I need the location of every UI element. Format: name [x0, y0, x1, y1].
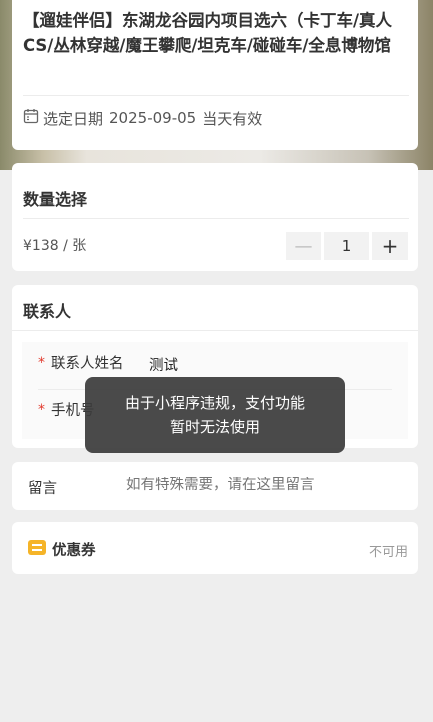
quantity-title: 数量选择: [23, 190, 88, 209]
date-value: 2025-09-05: [109, 109, 197, 127]
coupon-icon: [28, 540, 46, 555]
divider: [12, 330, 418, 331]
divider: [23, 218, 409, 219]
note-input[interactable]: [126, 477, 406, 493]
quantity-value[interactable]: 1: [324, 232, 369, 260]
product-title: 【遛娃伴侣】东湖龙谷园内项目选六（卡丁车/真人CS/丛林穿越/魔王攀爬/坦克车/…: [23, 11, 393, 55]
required-mark: *: [38, 354, 45, 371]
name-input[interactable]: 测试: [149, 354, 178, 375]
required-mark: *: [38, 401, 45, 418]
coupon-row[interactable]: 优惠券 不可用: [12, 522, 418, 574]
toast-line-1: 由于小程序违规，支付功能: [124, 394, 305, 412]
date-label: 选定日期: [43, 109, 104, 128]
toast-line-2: 暂时无法使用: [169, 418, 260, 436]
quantity-stepper: — 1 +: [286, 232, 408, 260]
product-card: 【遛娃伴侣】东湖龙谷园内项目选六（卡丁车/真人CS/丛林穿越/魔王攀爬/坦克车/…: [12, 0, 418, 150]
toast-message: 由于小程序违规，支付功能 暂时无法使用: [85, 377, 345, 453]
note-label: 留言: [28, 481, 57, 497]
note-card: 留言: [12, 462, 418, 510]
coupon-label: 优惠券: [52, 543, 96, 559]
coupon-status: 不可用: [368, 545, 408, 560]
decrease-button[interactable]: —: [286, 232, 321, 260]
unit-price: ¥138 / 张: [23, 238, 87, 254]
quantity-card: 数量选择 ¥138 / 张 — 1 +: [12, 163, 418, 271]
divider: [23, 95, 409, 96]
name-field-label: * 联系人姓名: [38, 354, 124, 373]
contact-title: 联系人: [23, 302, 72, 321]
calendar-icon: [23, 108, 39, 128]
increase-button[interactable]: +: [372, 232, 408, 260]
date-row: 选定日期 2025-09-05 当天有效: [23, 107, 262, 129]
date-note: 当天有效: [202, 109, 263, 128]
